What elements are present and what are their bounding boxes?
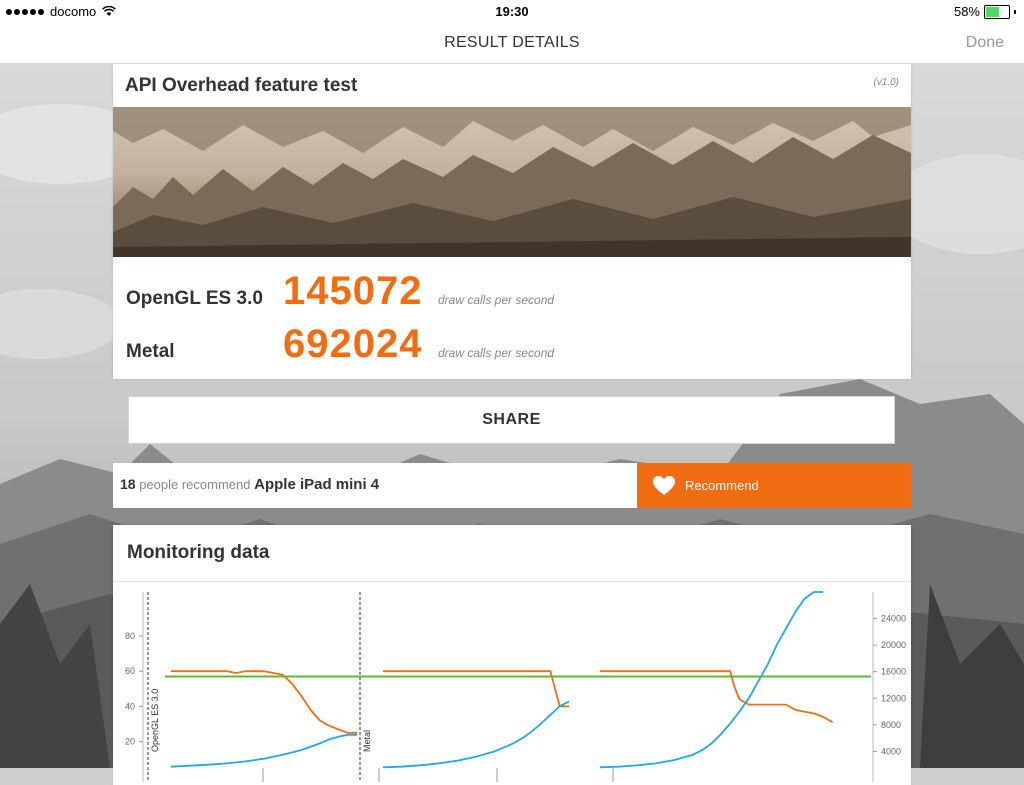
recommend-count: 18 — [120, 476, 136, 492]
page-title: RESULT DETAILS — [444, 34, 580, 51]
recommend-button-label: Recommend — [685, 478, 759, 493]
score-unit: draw calls per second — [438, 293, 555, 307]
score-unit: draw calls per second — [438, 346, 555, 360]
device-name: Apple iPad mini 4 — [254, 476, 380, 493]
right-axis-tick-label: 24000 — [881, 614, 906, 624]
battery-icon — [984, 4, 1010, 19]
score-value: 692024 — [283, 322, 423, 366]
score-label: OpenGL ES 3.0 — [126, 288, 263, 309]
left-axis-tick-label: 20 — [125, 737, 135, 747]
series-line — [600, 670, 833, 723]
right-axis-tick-label: 20000 — [881, 640, 906, 650]
monitoring-title: Monitoring data — [127, 542, 270, 563]
recommend-text: people recommend — [139, 477, 251, 492]
recommend-button[interactable]: Recommend — [637, 463, 911, 508]
done-button[interactable]: Done — [966, 34, 1004, 52]
right-axis-tick-label: 12000 — [881, 693, 906, 703]
monitoring-card: Monitoring data 20 40 60 80 4000 8000 12000 160… — [113, 525, 911, 785]
left-axis-tick-label: 80 — [125, 631, 135, 641]
series-line — [170, 733, 357, 768]
segment-label: Metal — [362, 730, 372, 752]
navigation-bar: RESULT DETAILS Done — [0, 22, 1024, 64]
heart-icon — [653, 476, 675, 495]
clock-time: 19:30 — [495, 4, 529, 19]
right-axis-tick-label: 4000 — [881, 746, 901, 756]
battery-percent: 58% — [953, 4, 980, 19]
right-axis-tick-label: 8000 — [881, 720, 901, 730]
series-line — [599, 591, 824, 769]
left-axis-tick-label: 40 — [125, 701, 135, 711]
score-value: 145072 — [283, 269, 423, 313]
monitoring-chart: 20 40 60 80 4000 8000 12000 16000 20000 24000 Open… — [125, 591, 906, 782]
test-hero-image — [113, 107, 911, 257]
score-row-opengl: OpenGL ES 3.0 145072 draw calls per seco… — [126, 269, 555, 313]
test-version: (v1.0) — [873, 77, 899, 88]
status-bar: docomo 19:30 58% — [0, 0, 1024, 22]
right-axis-tick-label: 16000 — [881, 667, 906, 677]
score-label: Metal — [126, 341, 175, 362]
series-line — [171, 670, 357, 734]
score-row-metal: Metal 692024 draw calls per second — [126, 322, 555, 366]
share-button[interactable]: SHARE — [128, 396, 895, 444]
segment-label: OpenGL ES 3.0 — [150, 689, 160, 752]
test-title: API Overhead feature test — [125, 75, 358, 96]
result-card: API Overhead feature test (v1.0) OpenGL … — [113, 64, 911, 379]
recommend-summary: 18 people recommend Apple iPad mini 4 — [120, 476, 379, 493]
series-line — [382, 700, 570, 769]
left-axis-tick-label: 60 — [125, 666, 135, 676]
recommend-bar: 18 people recommend Apple iPad mini 4 Re… — [113, 463, 911, 508]
